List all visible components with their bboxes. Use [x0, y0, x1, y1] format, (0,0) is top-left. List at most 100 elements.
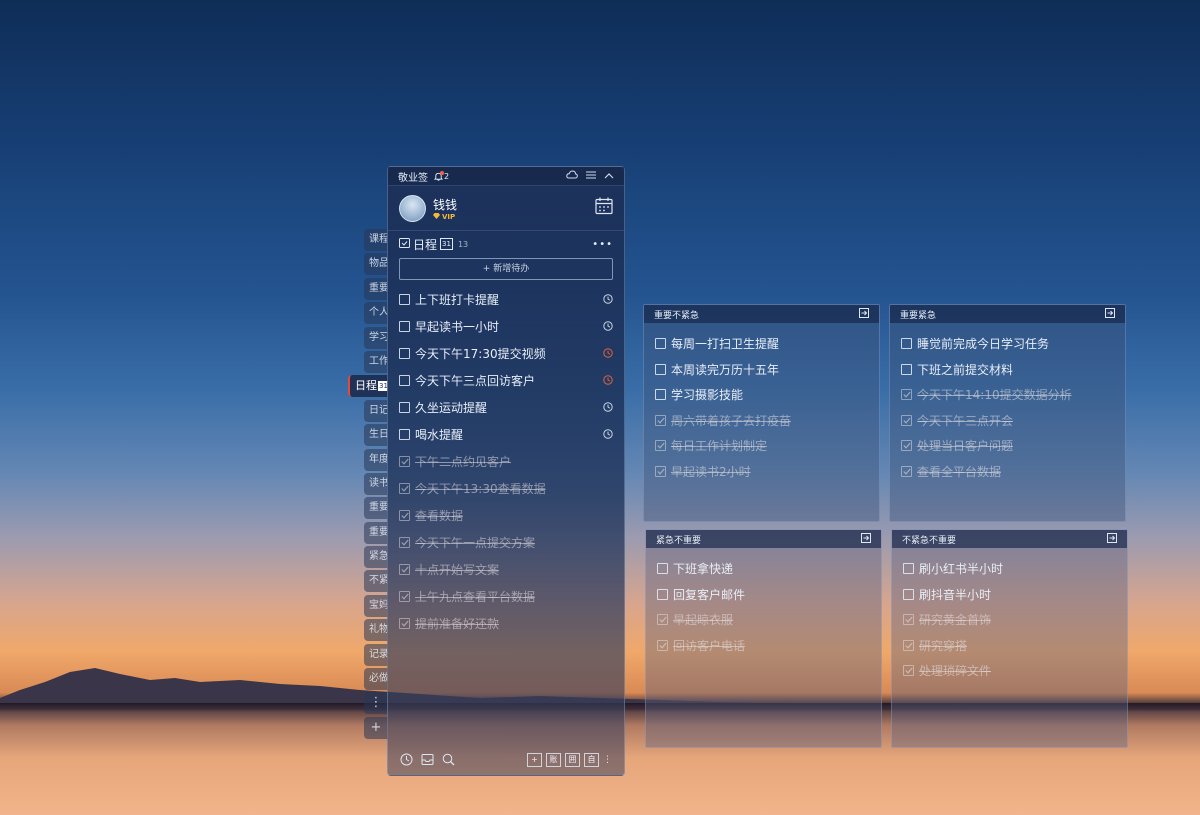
side-tab[interactable]: 礼物 — [364, 619, 388, 642]
quadrant-item[interactable]: 研究穿搭 — [903, 633, 1116, 659]
new-todo-button[interactable]: + 新增待办 — [399, 258, 613, 280]
account-button[interactable]: 账 — [546, 753, 561, 767]
checkbox[interactable] — [657, 588, 668, 600]
side-tab[interactable]: 日记 — [364, 399, 388, 422]
menu-icon[interactable] — [586, 171, 596, 182]
side-tab[interactable]: 物品 — [364, 253, 388, 276]
side-tab[interactable]: 重要 — [364, 521, 388, 544]
side-tab[interactable]: 学习 — [364, 326, 388, 349]
checkbox[interactable] — [399, 564, 410, 575]
quadrant-item[interactable]: 下班之前提交材料 — [901, 357, 1114, 383]
side-tab[interactable]: 记录 — [364, 643, 388, 666]
checkbox[interactable] — [655, 363, 666, 375]
clock-icon[interactable] — [400, 751, 413, 770]
quadrant-item[interactable]: 今天下午14:10提交数据分析 — [901, 382, 1114, 408]
exit-icon[interactable] — [859, 307, 869, 321]
side-tab[interactable]: 课程 — [364, 229, 388, 251]
panel-titlebar[interactable]: 敬业签 2 — [388, 167, 624, 186]
checkbox[interactable] — [903, 639, 914, 651]
todo-item[interactable]: 今天下午17:30提交视频 — [399, 340, 613, 367]
quadrant-item[interactable]: 回访客户电话 — [657, 633, 870, 659]
checkbox[interactable] — [903, 665, 914, 677]
checkbox[interactable] — [399, 321, 410, 332]
quadrant-item[interactable]: 本周读完万历十五年 — [655, 357, 868, 383]
reminder-clock-icon[interactable] — [603, 347, 613, 361]
todo-item[interactable]: 今天下午三点回访客户 — [399, 367, 613, 394]
side-tab[interactable]: 生日 — [364, 424, 388, 447]
checkbox[interactable] — [399, 510, 410, 521]
calendar-icon[interactable] — [595, 197, 613, 219]
reminder-clock-icon[interactable] — [603, 374, 613, 388]
exit-icon[interactable] — [861, 532, 871, 546]
todo-item[interactable]: 今天下午一点提交方案 — [399, 529, 613, 556]
checkbox[interactable] — [399, 456, 410, 467]
checkbox[interactable] — [399, 591, 410, 602]
checkbox[interactable] — [903, 563, 914, 575]
quadrant-item[interactable]: 睡觉前完成今日学习任务 — [901, 331, 1114, 357]
side-tab[interactable]: 个人 — [364, 302, 388, 325]
todo-item[interactable]: 十点开始写文案 — [399, 556, 613, 583]
checkbox[interactable] — [901, 389, 912, 401]
checkbox[interactable] — [399, 294, 410, 305]
checkbox[interactable] — [655, 389, 666, 401]
exit-icon[interactable] — [1105, 307, 1115, 321]
checkbox[interactable] — [903, 614, 914, 626]
todo-item[interactable]: 久坐运动提醒 — [399, 394, 613, 421]
quadrant-item[interactable]: 学习摄影技能 — [655, 382, 868, 408]
quadrant-item[interactable]: 研究黄金首饰 — [903, 607, 1116, 633]
todo-item[interactable]: 查看数据 — [399, 502, 613, 529]
side-tab[interactable]: 不紧 — [364, 570, 388, 593]
side-tab[interactable]: 日程 31 — [348, 375, 388, 398]
reminder-clock-icon[interactable] — [603, 428, 613, 442]
footer-more-icon[interactable]: ⋮ — [603, 755, 612, 765]
quadrant-item[interactable]: 刷抖音半小时 — [903, 582, 1116, 608]
side-tab[interactable]: 重要 — [364, 277, 388, 300]
quadrant-item[interactable]: 早起读书2小时 — [655, 459, 868, 485]
checkbox[interactable] — [901, 465, 912, 477]
checkbox[interactable] — [657, 639, 668, 651]
checkbox[interactable] — [655, 414, 666, 426]
todo-item[interactable]: 下午二点约见客户 — [399, 448, 613, 475]
side-tab[interactable]: 工作 — [364, 350, 388, 373]
checkbox[interactable] — [657, 563, 668, 575]
quadrant-item[interactable]: 回复客户邮件 — [657, 582, 870, 608]
quadrant-item[interactable]: 处理当日客户问题 — [901, 433, 1114, 459]
quadrant-item[interactable]: 周六带着孩子去打疫苗 — [655, 408, 868, 434]
quadrant-item[interactable]: 下班拿快递 — [657, 556, 870, 582]
quadrant-item[interactable]: 每周一打扫卫生提醒 — [655, 331, 868, 357]
side-tab[interactable]: 必做 — [364, 668, 388, 691]
self-button[interactable]: 自 — [584, 753, 599, 767]
checkbox[interactable] — [901, 414, 912, 426]
table-button[interactable]: 囲 — [565, 753, 580, 767]
cloud-sync-icon[interactable] — [566, 170, 578, 182]
quadrant-item[interactable]: 今天下午三点开会 — [901, 408, 1114, 434]
todo-item[interactable]: 提前准备好还款 — [399, 610, 613, 637]
side-tab[interactable]: 紧急 — [364, 546, 388, 569]
quadrant-item[interactable]: 每日工作计划制定 — [655, 433, 868, 459]
checkbox[interactable] — [399, 537, 410, 548]
checkbox[interactable] — [399, 618, 410, 629]
checkbox[interactable] — [901, 338, 912, 350]
reminder-clock-icon[interactable] — [603, 401, 613, 415]
exit-icon[interactable] — [1107, 532, 1117, 546]
checkbox[interactable] — [655, 338, 666, 350]
quadrant-item[interactable]: 处理琐碎文件 — [903, 658, 1116, 684]
checkbox[interactable] — [903, 588, 914, 600]
collapse-chevron-up-icon[interactable] — [604, 171, 614, 182]
checkbox[interactable] — [655, 465, 666, 477]
side-tab[interactable]: 读书 — [364, 472, 388, 495]
search-icon[interactable] — [442, 751, 455, 770]
side-tab[interactable]: 年度 — [364, 448, 388, 471]
todo-item[interactable]: 早起读书一小时 — [399, 313, 613, 340]
checkbox[interactable] — [399, 483, 410, 494]
notification-bell[interactable]: 2 — [433, 170, 449, 181]
todo-item[interactable]: 今天下午13:30查看数据 — [399, 475, 613, 502]
inbox-icon[interactable] — [421, 751, 434, 770]
checkbox[interactable] — [399, 348, 410, 359]
todo-item[interactable]: 喝水提醒 — [399, 421, 613, 448]
checkbox[interactable] — [399, 429, 410, 440]
more-options-icon[interactable]: ••• — [592, 239, 613, 250]
checkbox[interactable] — [655, 440, 666, 452]
add-note-button[interactable]: + — [527, 753, 542, 767]
quadrant-item[interactable]: 早起晾衣服 — [657, 607, 870, 633]
